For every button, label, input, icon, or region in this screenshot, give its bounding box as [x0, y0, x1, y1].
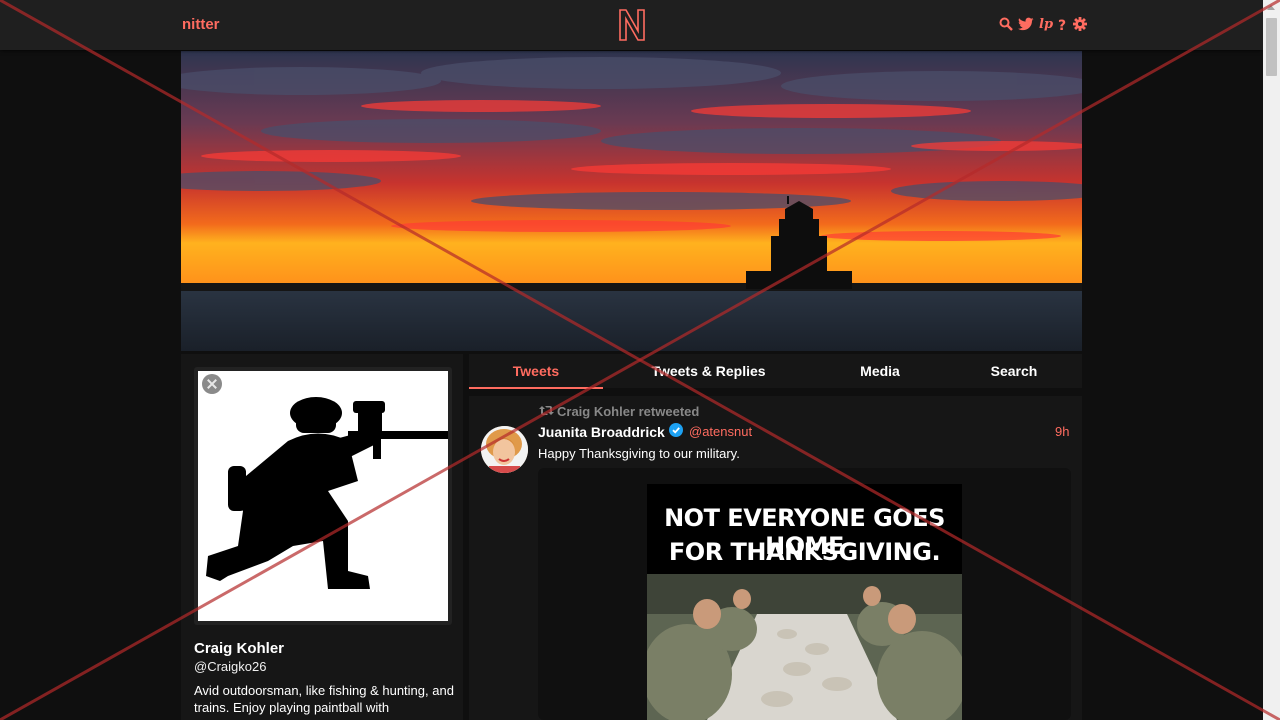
profile-banner[interactable] [181, 51, 1082, 351]
tweet-username[interactable]: @atensnut [689, 424, 752, 439]
tweet-content: Happy Thanksgiving to our military. [538, 446, 740, 461]
close-icon[interactable] [202, 374, 222, 394]
settings-icon[interactable] [1073, 16, 1087, 36]
svg-text:?: ? [1058, 18, 1066, 31]
profile-card: Craig Kohler @Craigko26 Avid outdoorsman… [181, 354, 463, 720]
avatar-image [198, 371, 448, 621]
svg-text:lp: lp [1039, 17, 1053, 31]
tweet-attachment[interactable]: NOT EVERYONE GOES HOME FOR THANKSGIVING. [538, 468, 1071, 720]
tab-tweets-and-replies[interactable]: Tweets & Replies [622, 354, 795, 388]
nitter-logo-icon[interactable] [618, 9, 646, 46]
tweet-fullname-text[interactable]: Juanita Broaddrick [538, 424, 665, 440]
scrollbar[interactable] [1263, 0, 1280, 720]
profile-bio: Avid outdoorsman, like fishing & hunting… [194, 683, 454, 715]
banner-image [181, 51, 1082, 351]
nav-brand-link[interactable]: nitter [182, 16, 220, 33]
scrollbar-thumb[interactable] [1266, 18, 1277, 76]
retweet-header-text: Craig Kohler retweeted [557, 404, 700, 419]
retweet-icon [539, 404, 554, 419]
twitter-icon[interactable] [1018, 17, 1034, 36]
tweet-avatar[interactable] [481, 426, 528, 473]
scroll-up-icon[interactable] [1267, 5, 1275, 10]
nav-icons: lp ? [999, 16, 1087, 36]
tab-tweets[interactable]: Tweets [469, 354, 603, 389]
avatar[interactable] [194, 367, 452, 625]
profile-username[interactable]: @Craigko26 [194, 659, 266, 674]
navbar: nitter lp ? [0, 0, 1263, 50]
timeline-tabs: Tweets Tweets & Replies Media Search [469, 354, 1082, 389]
timeline: Craig Kohler retweeted Juanita Broaddric… [469, 396, 1082, 720]
tab-search[interactable]: Search [947, 354, 1081, 388]
verified-icon [668, 423, 683, 440]
image-caption-line-2: FOR THANKSGIVING. [668, 538, 941, 566]
retweet-header: Craig Kohler retweeted [539, 404, 699, 419]
tab-media[interactable]: Media [819, 354, 941, 388]
tweet-date[interactable]: 9h [1055, 424, 1069, 439]
liberapay-icon[interactable]: lp [1039, 16, 1053, 36]
soldiers-photo [647, 574, 962, 720]
tweet-fullname[interactable]: Juanita Broaddrick [538, 423, 683, 440]
profile-fullname[interactable]: Craig Kohler [194, 640, 284, 657]
help-icon[interactable]: ? [1058, 17, 1068, 36]
search-icon[interactable] [999, 17, 1013, 36]
tweet-image[interactable]: NOT EVERYONE GOES HOME FOR THANKSGIVING. [647, 484, 962, 720]
